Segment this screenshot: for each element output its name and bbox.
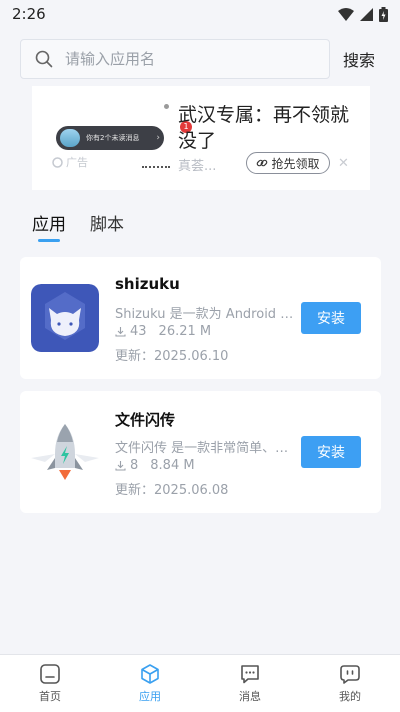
tab-scripts[interactable]: 脚本 bbox=[90, 210, 124, 235]
profile-icon bbox=[340, 665, 360, 684]
install-button[interactable]: 安装 bbox=[301, 302, 361, 334]
ad-title: 武汉专属：再不领就没了 bbox=[178, 104, 350, 152]
ad-subtitle: 真荟... bbox=[178, 159, 217, 174]
wifi-icon bbox=[338, 7, 354, 21]
ad-decoration bbox=[142, 166, 170, 171]
nav-item-profile[interactable]: 我的 bbox=[300, 655, 400, 712]
nav-label: 首页 bbox=[39, 690, 61, 703]
app-card-shizuku[interactable]: shizuku Shizuku 是一款为 Android 设备开发的工具 43 … bbox=[20, 257, 381, 379]
nav-item-home[interactable]: 首页 bbox=[0, 655, 100, 712]
ad-close-icon[interactable]: ✕ bbox=[338, 156, 349, 171]
app-stats: 8 8.84 M bbox=[115, 458, 195, 473]
search-box[interactable] bbox=[20, 39, 330, 79]
download-count: 8 bbox=[130, 458, 139, 473]
app-size: 8.84 M bbox=[150, 458, 195, 473]
bottom-navigation: 首页 应用 消息 我的 bbox=[0, 654, 400, 712]
search-icon bbox=[35, 50, 53, 68]
search-input[interactable] bbox=[63, 49, 307, 69]
signal-icon bbox=[360, 7, 373, 21]
search-row: 搜索 bbox=[20, 38, 382, 80]
status-icons bbox=[338, 6, 388, 22]
app-updated-date: 更新：2025.06.08 bbox=[115, 483, 229, 498]
ad-banner[interactable]: 你有2个未读消息 › 1 武汉专属：再不领就没了 广告 真荟... 抢先领取 ✕ bbox=[32, 86, 370, 190]
ad-thumbnail bbox=[60, 129, 80, 147]
install-button[interactable]: 安装 bbox=[301, 436, 361, 468]
ad-cta-label: 抢先领取 bbox=[271, 156, 320, 171]
status-time: 2:26 bbox=[12, 5, 46, 23]
ad-logo-icon bbox=[52, 156, 63, 168]
app-card-file-transfer[interactable]: 文件闪传 文件闪传 是一款非常简单、快速的传输工具 8 8.84 M 更新：20… bbox=[20, 391, 381, 513]
tab-apps[interactable]: 应用 bbox=[32, 210, 66, 235]
nav-label: 应用 bbox=[139, 690, 161, 703]
app-name: 文件闪传 bbox=[115, 411, 176, 429]
cube-icon bbox=[141, 664, 159, 684]
status-bar: 2:26 bbox=[0, 0, 400, 28]
download-count: 43 bbox=[130, 324, 147, 339]
active-tab-indicator bbox=[38, 239, 60, 242]
app-stats: 43 26.21 M bbox=[115, 324, 211, 339]
ad-label: 广告 bbox=[52, 154, 88, 170]
category-tabs: 应用 脚本 bbox=[32, 210, 124, 235]
app-name: shizuku bbox=[115, 275, 180, 293]
nav-item-apps[interactable]: 应用 bbox=[100, 655, 200, 712]
app-description: 文件闪传 是一款非常简单、快速的传输工具 bbox=[115, 441, 295, 456]
chevron-right-icon: › bbox=[156, 133, 160, 143]
app-size: 26.21 M bbox=[158, 324, 212, 339]
app-updated-date: 更新：2025.06.10 bbox=[115, 349, 229, 364]
download-icon bbox=[115, 461, 126, 471]
nav-item-messages[interactable]: 消息 bbox=[200, 655, 300, 712]
nav-label: 我的 bbox=[339, 690, 361, 703]
message-icon bbox=[241, 665, 259, 684]
ad-notify-text: 你有2个未读消息 bbox=[86, 134, 140, 142]
nav-label: 消息 bbox=[239, 690, 261, 703]
battery-icon bbox=[379, 6, 388, 22]
ad-label-text: 广告 bbox=[66, 156, 88, 169]
link-icon bbox=[257, 159, 268, 167]
ad-indicator-dot bbox=[164, 104, 169, 109]
home-icon bbox=[40, 664, 60, 684]
ad-cta-button[interactable]: 抢先领取 bbox=[246, 152, 330, 174]
search-button[interactable]: 搜索 bbox=[343, 47, 375, 71]
download-icon bbox=[115, 327, 126, 337]
ad-notification-pill: 你有2个未读消息 › bbox=[56, 126, 164, 150]
shizuku-app-icon bbox=[31, 284, 99, 352]
rocket-app-icon bbox=[31, 418, 99, 486]
app-description: Shizuku 是一款为 Android 设备开发的工具 bbox=[115, 307, 295, 322]
